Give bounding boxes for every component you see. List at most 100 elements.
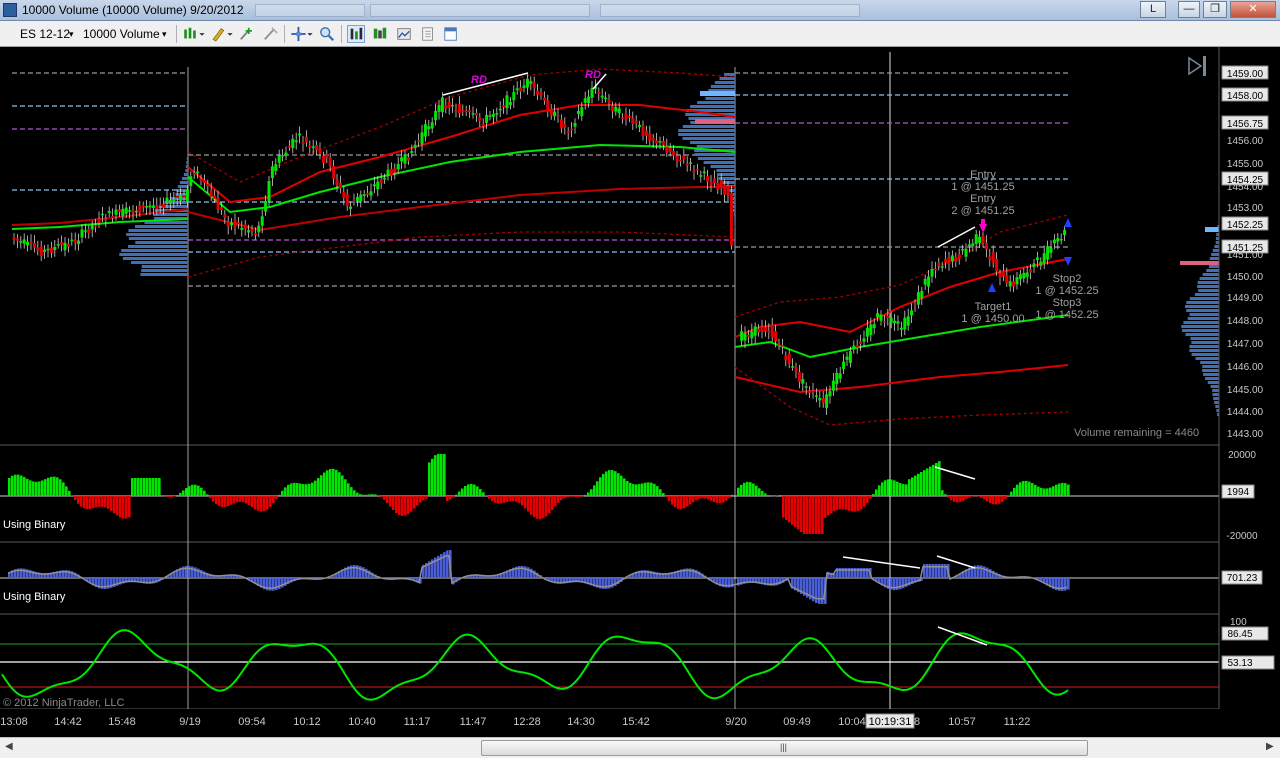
histogram-bar: [386, 496, 389, 504]
histogram-bar: [977, 496, 980, 497]
histogram-bar: [602, 473, 605, 496]
histogram-bar: [872, 494, 875, 496]
histogram-bar: [914, 475, 917, 496]
histogram-bar: [281, 490, 284, 496]
histogram-bar: [374, 494, 377, 496]
histogram-bar: [95, 496, 98, 508]
candle-body: [410, 151, 414, 154]
time-tick-label: 09:54: [238, 716, 266, 728]
candle-body: [597, 91, 601, 94]
background-tab-ghost: [600, 4, 860, 17]
candle-body: [723, 184, 727, 195]
data-box-icon[interactable]: [371, 25, 389, 43]
histogram-bar: [1004, 496, 1007, 500]
histogram-bar: [398, 496, 401, 515]
candle-body: [369, 191, 373, 196]
pencil-icon[interactable]: [209, 25, 235, 43]
candle-body: [274, 164, 278, 172]
candle-body: [882, 321, 886, 323]
remove-drawings-icon[interactable]: [262, 25, 280, 43]
histogram-bar: [32, 481, 35, 496]
histogram-bar: [698, 496, 701, 499]
candle-body: [950, 255, 954, 262]
chevron-down-icon[interactable]: ▾: [162, 29, 167, 40]
candle-body: [294, 140, 298, 143]
stop-order-label: Stop3: [1053, 297, 1082, 309]
candle-body: [549, 108, 553, 116]
candle-body: [675, 155, 679, 161]
histogram-bar: [623, 478, 626, 496]
histogram-bar: [854, 496, 857, 512]
profile-bar: [1199, 277, 1219, 280]
candle-body: [427, 126, 431, 130]
histogram-bar: [254, 496, 257, 510]
link-button[interactable]: L: [1140, 1, 1166, 18]
histogram-bar: [944, 494, 947, 496]
candle-body: [488, 115, 492, 117]
candle-body: [600, 95, 604, 98]
profile-bar: [128, 229, 188, 232]
candle-body: [332, 165, 336, 179]
histogram-bar: [965, 496, 968, 500]
entry-order-detail: 1 @ 1451.25: [951, 181, 1014, 193]
chevron-down-icon[interactable]: ▾: [69, 29, 74, 40]
histogram-bar: [713, 496, 716, 503]
candle-body: [532, 82, 536, 89]
candle-body: [138, 205, 142, 213]
candle-body: [981, 235, 985, 244]
indicator-tick-label: 20000: [1228, 450, 1256, 461]
profile-bar: [135, 241, 188, 244]
scroll-to-end-icon[interactable]: [1203, 56, 1206, 76]
histogram-bar: [1013, 487, 1016, 496]
add-indicator-icon[interactable]: [238, 25, 256, 43]
minimize-icon[interactable]: —: [1178, 1, 1200, 18]
chart-trader-icon[interactable]: [347, 25, 365, 43]
histogram-bar: [167, 496, 170, 497]
restore-icon[interactable]: ❐: [1203, 1, 1227, 18]
zoom-icon[interactable]: [318, 25, 336, 43]
candle-body: [923, 279, 927, 285]
profile-bar: [1209, 257, 1219, 260]
histogram-bar: [356, 492, 359, 496]
properties-icon[interactable]: [442, 25, 460, 43]
horizontal-scrollbar[interactable]: ◀ ||| ▶: [0, 737, 1280, 758]
candle-body: [906, 316, 910, 326]
candle-body: [260, 216, 264, 226]
histogram-bar: [413, 496, 416, 509]
properties-icon[interactable]: [419, 25, 437, 43]
close-icon[interactable]: ✕: [1230, 1, 1276, 18]
price-tick-label: 1449.00: [1227, 293, 1264, 304]
period-selector[interactable]: 10000 Volume: [83, 27, 160, 41]
candle-body: [1029, 269, 1033, 273]
histogram-bar: [488, 496, 491, 499]
histogram-bar: [11, 475, 14, 496]
histogram-bar: [497, 496, 500, 504]
profile-bar: [1198, 289, 1219, 292]
scroll-left-icon[interactable]: ◀: [5, 741, 13, 752]
chart-style-icon[interactable]: [181, 25, 207, 43]
candle-body: [148, 205, 152, 208]
candle-body: [495, 113, 499, 115]
histogram-bar: [569, 496, 572, 497]
candle-body: [1056, 238, 1060, 242]
histogram-bar: [434, 455, 437, 496]
histogram-bar: [590, 489, 593, 496]
histogram-bar: [287, 484, 290, 496]
histogram-bar: [1028, 481, 1031, 496]
chart-area[interactable]: RD RD Entry 1 @ 1451.25 Entry 2 @ 1451.2…: [0, 47, 1280, 737]
candle-body: [12, 237, 16, 240]
toolbar-separator: [341, 25, 342, 43]
histogram-bar: [284, 487, 287, 496]
profile-bar: [1189, 297, 1219, 300]
candle-body: [121, 208, 125, 217]
histogram-bar: [530, 496, 533, 515]
profile-bar: [185, 169, 188, 172]
profile-bar: [682, 125, 735, 128]
histogram-bar: [380, 496, 383, 498]
image-export-icon[interactable]: [395, 25, 413, 43]
histogram-bar: [647, 482, 650, 496]
instrument-selector[interactable]: ES 12-12: [20, 27, 70, 41]
histogram-bar: [275, 496, 278, 500]
crosshair-icon[interactable]: [289, 25, 315, 43]
scroll-right-icon[interactable]: ▶: [1266, 741, 1274, 752]
